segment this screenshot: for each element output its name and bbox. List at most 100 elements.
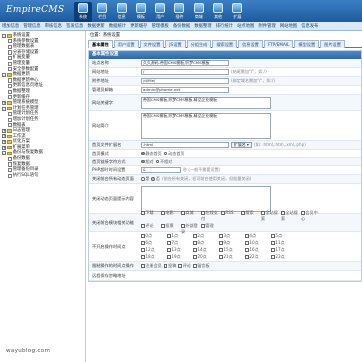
checkbox-option[interactable]: 16点 bbox=[245, 247, 271, 253]
expand-icon[interactable]: + bbox=[2, 140, 6, 145]
subnav-link[interactable]: 排行统计 bbox=[216, 23, 233, 29]
checkbox-option[interactable]: 6点 bbox=[141, 240, 167, 246]
close-site-option[interactable]: 是 bbox=[141, 176, 149, 182]
checkbox-option[interactable]: 投稿 bbox=[163, 263, 176, 269]
nav-item-1[interactable]: 栏目 bbox=[93, 2, 111, 22]
collapse-icon[interactable]: - bbox=[2, 151, 6, 156]
sidebar-item-label: 执行SQL语句 bbox=[12, 172, 39, 178]
expand-icon[interactable]: + bbox=[2, 145, 6, 150]
php-timeout-input[interactable]: 0 bbox=[141, 167, 181, 173]
index-ext-input[interactable]: .html bbox=[141, 142, 229, 148]
collapse-icon[interactable]: - bbox=[2, 106, 6, 111]
checkbox-option[interactable]: 21点 bbox=[219, 254, 245, 260]
index-mode-option[interactable]: 动态首页 bbox=[163, 151, 185, 157]
checkbox-option[interactable]: 9点 bbox=[219, 240, 245, 246]
index-mode-option[interactable]: 静态首页 bbox=[141, 151, 162, 157]
tab-3[interactable]: JS设置 bbox=[165, 40, 186, 48]
expand-icon[interactable]: + bbox=[2, 134, 6, 139]
subnav-link[interactable]: 数据更新 bbox=[88, 23, 105, 29]
tab-6[interactable]: 信息设置 bbox=[238, 40, 263, 48]
checkbox-option[interactable]: 0点 bbox=[141, 233, 167, 239]
nav-item-0[interactable]: 系统 bbox=[74, 2, 92, 22]
checkbox-option[interactable]: 14点 bbox=[193, 247, 219, 253]
nav-item-6[interactable]: 商城 bbox=[190, 2, 208, 22]
collapse-icon[interactable]: - bbox=[2, 72, 6, 77]
collapse-icon[interactable]: - bbox=[2, 33, 6, 38]
nav-item-4[interactable]: 用户 bbox=[151, 2, 169, 22]
checkbox-option[interactable]: 15点 bbox=[219, 247, 245, 253]
checkbox-option[interactable]: 全站搜索 bbox=[281, 210, 301, 222]
subnav-link[interactable]: 数据整理 bbox=[194, 23, 211, 29]
radio-icon bbox=[151, 177, 156, 181]
tab-9[interactable]: 图片设置 bbox=[320, 40, 345, 48]
checkbox-option[interactable]: 留言板 bbox=[192, 263, 210, 269]
subnav-link[interactable]: 备份数据 bbox=[173, 23, 190, 29]
keywords-textarea[interactable]: 帝国CMS模板,织梦CMS模板,精品企业模板 bbox=[141, 96, 271, 109]
attach-url-input[interactable]: /d/file/ bbox=[141, 78, 229, 84]
nav-item-2[interactable]: 信息 bbox=[113, 2, 131, 22]
checkbox-option[interactable]: 1点 bbox=[167, 233, 193, 239]
index-ext-select[interactable]: 扩展名 ▾ bbox=[231, 142, 252, 148]
subnav-link[interactable]: 数据统计 bbox=[109, 23, 126, 29]
checkbox-option[interactable]: 17点 bbox=[271, 247, 297, 253]
checkbox-option[interactable]: 13点 bbox=[167, 247, 193, 253]
description-textarea[interactable]: 帝国CMS模板,织梦CMS模板,精品企业模板 bbox=[141, 112, 271, 139]
subnav-link[interactable]: 网站地图 bbox=[280, 23, 297, 29]
checkbox-option[interactable]: 会员中心 bbox=[301, 210, 321, 222]
checkbox-option[interactable]: 全站搜索 bbox=[261, 210, 281, 222]
expand-icon[interactable]: + bbox=[2, 100, 6, 105]
checkbox-option[interactable]: 19点 bbox=[167, 254, 193, 260]
index-nav-option[interactable]: 不相对 bbox=[155, 159, 172, 165]
site-url-input[interactable]: / bbox=[141, 69, 229, 75]
site-name-label: 站点名称 bbox=[92, 60, 109, 65]
checkbox-option[interactable]: 8点 bbox=[193, 240, 219, 246]
subnav-link[interactable]: 站点地图 bbox=[237, 23, 254, 29]
expand-icon[interactable]: + bbox=[2, 128, 6, 133]
nav-item-8[interactable]: 扩展 bbox=[228, 2, 246, 22]
checkbox-option[interactable]: 3点 bbox=[219, 233, 245, 239]
close-reason-textarea[interactable] bbox=[141, 185, 271, 212]
checkbox-option[interactable]: 4点 bbox=[245, 233, 271, 239]
subnav-link[interactable]: 签发信息 bbox=[66, 23, 83, 29]
subnav-link[interactable]: 审核信息 bbox=[45, 23, 62, 29]
subnav-link[interactable]: 信息发布 bbox=[301, 23, 318, 29]
checkbox-option[interactable]: 注册会员 bbox=[141, 263, 162, 269]
close-site-option[interactable]: 否 bbox=[151, 176, 160, 182]
checkbox-option[interactable]: 22点 bbox=[245, 254, 271, 260]
subnav-link[interactable]: 更新缓存 bbox=[130, 23, 147, 29]
subnav-link[interactable]: 管理模板 bbox=[152, 23, 169, 29]
checkbox-option[interactable]: 5点 bbox=[271, 233, 297, 239]
checkbox-option[interactable]: RSS bbox=[221, 210, 241, 222]
checkbox-option[interactable]: 20点 bbox=[193, 254, 219, 260]
tab-7[interactable]: FTP/EMAIL bbox=[263, 40, 294, 48]
checkbox-option[interactable]: 23点 bbox=[271, 254, 297, 260]
checkbox-option[interactable]: 在线支付 bbox=[201, 210, 221, 222]
nav-item-5[interactable]: 插件 bbox=[170, 2, 188, 22]
subnav-link[interactable]: 增加信息 bbox=[2, 23, 19, 29]
tab-0[interactable]: 基本属性 bbox=[88, 40, 113, 48]
admin-email-input[interactable]: admin@phome.net bbox=[141, 87, 229, 93]
checkbox-option[interactable]: 12点 bbox=[141, 247, 167, 253]
checkbox-option[interactable]: 11点 bbox=[271, 240, 297, 246]
sidebar-item[interactable]: 执行SQL语句 bbox=[2, 173, 85, 179]
checkbox-option[interactable]: 评论 bbox=[178, 263, 191, 269]
nav-item-3[interactable]: 模板 bbox=[132, 2, 150, 22]
tab-4[interactable]: 分组生成 bbox=[186, 40, 212, 48]
tab-2[interactable]: 文件设置 bbox=[139, 40, 165, 48]
subnav-link[interactable]: 管理信息 bbox=[23, 23, 40, 29]
site-name-input[interactable]: 久久源码-帝国CMS模板,织梦CMS模板 bbox=[141, 60, 229, 66]
subnav-link[interactable]: 附件管理 bbox=[259, 23, 276, 29]
checkbox-option[interactable]: 10点 bbox=[245, 240, 271, 246]
checkbox-option[interactable]: 2点 bbox=[193, 233, 219, 239]
checkbox-option[interactable]: 下载 bbox=[141, 210, 161, 222]
checkbox-option[interactable]: 18点 bbox=[141, 254, 167, 260]
checkbox-option[interactable]: 商城 bbox=[181, 210, 201, 222]
tab-8[interactable]: 模型设置 bbox=[294, 40, 320, 48]
nav-item-7[interactable]: 其他 bbox=[209, 2, 227, 22]
tab-5[interactable]: 搜索设置 bbox=[212, 40, 238, 48]
tab-1[interactable]: 用户设置 bbox=[113, 40, 139, 48]
index-nav-option[interactable]: 相对 bbox=[141, 159, 154, 165]
checkbox-option[interactable]: 电影 bbox=[161, 210, 181, 222]
checkbox-option[interactable]: 7点 bbox=[167, 240, 193, 246]
checkbox-option[interactable]: 搜索 bbox=[241, 210, 261, 222]
